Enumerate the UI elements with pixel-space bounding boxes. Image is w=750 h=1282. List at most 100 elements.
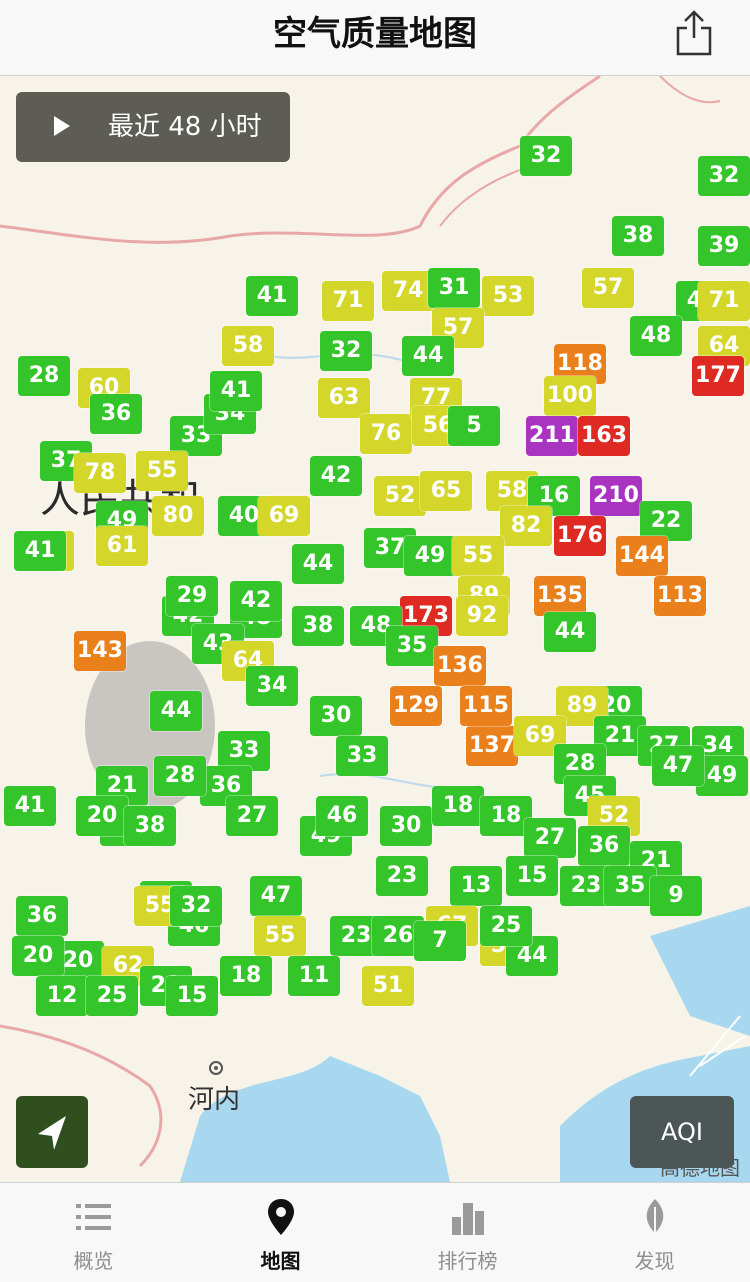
aqi-marker[interactable]: 44 (402, 336, 454, 376)
aqi-marker[interactable]: 30 (310, 696, 362, 736)
aqi-marker[interactable]: 58 (222, 326, 274, 366)
tab-label: 排行榜 (437, 1249, 498, 1273)
aqi-marker[interactable]: 42 (310, 456, 362, 496)
aqi-marker[interactable]: 144 (616, 536, 668, 576)
aqi-marker[interactable]: 35 (386, 626, 438, 666)
aqi-marker[interactable]: 36 (16, 896, 68, 936)
aqi-marker[interactable]: 38 (124, 806, 176, 846)
aqi-marker[interactable]: 63 (318, 378, 370, 418)
aqi-marker[interactable]: 13 (450, 866, 502, 906)
aqi-marker[interactable]: 55 (452, 536, 504, 576)
aqi-marker[interactable]: 100 (544, 376, 596, 416)
aqi-marker[interactable]: 49 (404, 536, 456, 576)
aqi-marker[interactable]: 36 (90, 394, 142, 434)
aqi-marker[interactable]: 5 (448, 406, 500, 446)
aqi-marker[interactable]: 20 (12, 936, 64, 976)
aqi-marker[interactable]: 47 (250, 876, 302, 916)
aqi-marker[interactable]: 38 (612, 216, 664, 256)
aqi-marker[interactable]: 48 (630, 316, 682, 356)
aqi-marker[interactable]: 28 (154, 756, 206, 796)
air-quality-map[interactable]: 人民共和 河内 32383239417174315357427158325744… (0, 76, 750, 1182)
tab-overview[interactable]: 概览 (0, 1183, 187, 1282)
aqi-marker[interactable]: 25 (480, 906, 532, 946)
aqi-marker[interactable]: 36 (578, 826, 630, 866)
aqi-marker[interactable]: 113 (654, 576, 706, 616)
aqi-marker[interactable]: 80 (152, 496, 204, 536)
locate-button[interactable] (16, 1096, 88, 1168)
aqi-marker[interactable]: 39 (698, 226, 750, 266)
aqi-marker[interactable]: 38 (292, 606, 344, 646)
aqi-marker[interactable]: 92 (456, 596, 508, 636)
tab-label: 发现 (634, 1249, 675, 1273)
aqi-marker[interactable]: 82 (500, 506, 552, 546)
aqi-marker[interactable]: 55 (254, 916, 306, 956)
aqi-marker[interactable]: 71 (698, 281, 750, 321)
tab-ranking[interactable]: 排行榜 (374, 1183, 561, 1282)
aqi-marker[interactable]: 15 (166, 976, 218, 1016)
aqi-marker[interactable]: 44 (150, 691, 202, 731)
aqi-marker[interactable]: 52 (374, 476, 426, 516)
aqi-marker[interactable]: 12 (36, 976, 88, 1016)
aqi-marker[interactable]: 137 (466, 726, 518, 766)
aqi-marker[interactable]: 11 (288, 956, 340, 996)
aqi-marker[interactable]: 71 (322, 281, 374, 321)
tab-map[interactable]: 地图 (187, 1183, 374, 1282)
aqi-marker[interactable]: 53 (482, 276, 534, 316)
aqi-marker[interactable]: 41 (4, 786, 56, 826)
aqi-marker[interactable]: 47 (652, 746, 704, 786)
aqi-marker[interactable]: 44 (544, 612, 596, 652)
aqi-marker[interactable]: 22 (640, 501, 692, 541)
aqi-marker[interactable]: 61 (96, 526, 148, 566)
aqi-marker[interactable]: 33 (336, 736, 388, 776)
aqi-marker[interactable]: 74 (382, 271, 434, 311)
aqi-toggle-button[interactable]: AQI (630, 1096, 734, 1168)
aqi-marker[interactable]: 136 (434, 646, 486, 686)
aqi-marker[interactable]: 211 (526, 416, 578, 456)
aqi-marker[interactable]: 44 (292, 544, 344, 584)
play-history-button[interactable]: 最近 48 小时 (16, 92, 290, 162)
aqi-marker[interactable]: 7 (414, 921, 466, 961)
aqi-marker[interactable]: 135 (534, 576, 586, 616)
aqi-marker[interactable]: 35 (604, 866, 656, 906)
aqi-marker[interactable]: 20 (76, 796, 128, 836)
aqi-marker[interactable]: 28 (18, 356, 70, 396)
aqi-marker[interactable]: 27 (524, 818, 576, 858)
aqi-marker[interactable]: 30 (380, 806, 432, 846)
aqi-marker[interactable]: 41 (246, 276, 298, 316)
aqi-marker[interactable]: 46 (316, 796, 368, 836)
tab-discover[interactable]: 发现 (561, 1183, 748, 1282)
aqi-marker[interactable]: 51 (362, 966, 414, 1006)
aqi-marker[interactable]: 29 (166, 576, 218, 616)
aqi-marker[interactable]: 18 (220, 956, 272, 996)
aqi-marker[interactable]: 42 (230, 581, 282, 621)
aqi-marker[interactable]: 9 (650, 876, 702, 916)
aqi-marker[interactable]: 115 (460, 686, 512, 726)
aqi-marker[interactable]: 69 (258, 496, 310, 536)
aqi-marker[interactable]: 25 (86, 976, 138, 1016)
aqi-marker[interactable]: 32 (698, 156, 750, 196)
aqi-marker[interactable]: 31 (428, 268, 480, 308)
aqi-marker[interactable]: 34 (246, 666, 298, 706)
aqi-marker[interactable]: 23 (376, 856, 428, 896)
aqi-marker[interactable]: 27 (226, 796, 278, 836)
aqi-marker[interactable]: 41 (210, 371, 262, 411)
aqi-marker[interactable]: 129 (390, 686, 442, 726)
aqi-marker[interactable]: 57 (582, 268, 634, 308)
aqi-marker[interactable]: 163 (578, 416, 630, 456)
aqi-marker[interactable]: 18 (432, 786, 484, 826)
share-icon[interactable] (674, 8, 714, 58)
aqi-marker[interactable]: 78 (74, 453, 126, 493)
aqi-marker[interactable]: 177 (692, 356, 744, 396)
aqi-marker[interactable]: 65 (420, 471, 472, 511)
aqi-marker[interactable]: 41 (14, 531, 66, 571)
aqi-marker[interactable]: 210 (590, 476, 642, 516)
aqi-marker[interactable]: 32 (170, 886, 222, 926)
aqi-marker[interactable]: 176 (554, 516, 606, 556)
aqi-marker[interactable]: 33 (218, 731, 270, 771)
aqi-marker[interactable]: 143 (74, 631, 126, 671)
aqi-marker[interactable]: 76 (360, 414, 412, 454)
aqi-marker[interactable]: 15 (506, 856, 558, 896)
aqi-marker[interactable]: 55 (136, 451, 188, 491)
aqi-marker[interactable]: 32 (520, 136, 572, 176)
aqi-marker[interactable]: 32 (320, 331, 372, 371)
